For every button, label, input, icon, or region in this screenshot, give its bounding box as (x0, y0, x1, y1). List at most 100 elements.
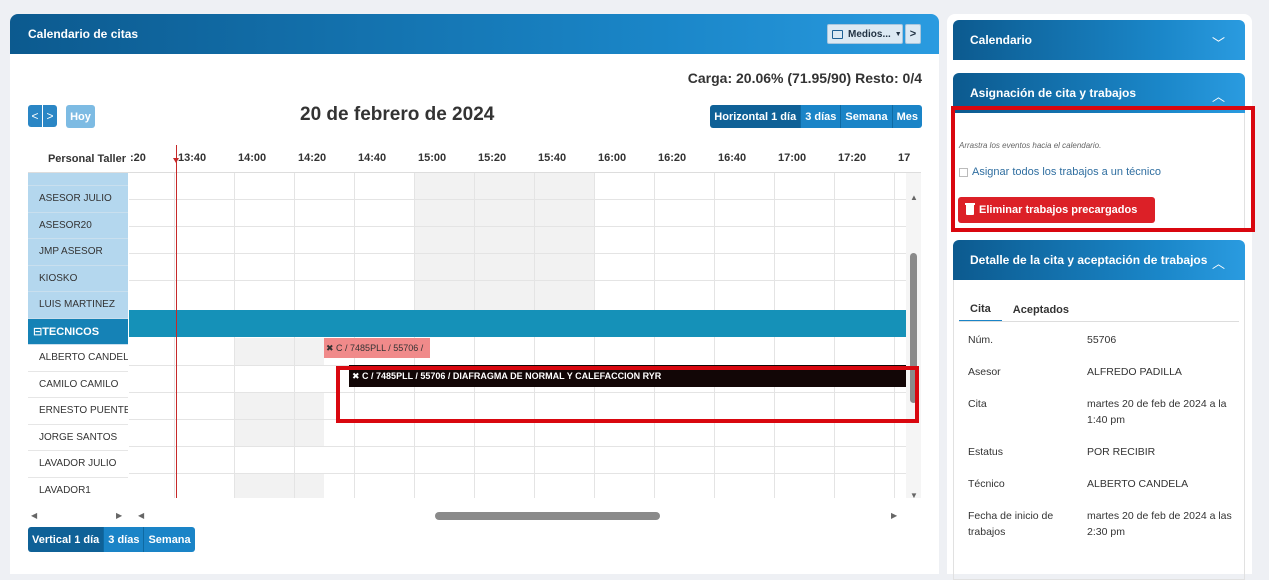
resource-row[interactable]: ERNESTO PUENTE (28, 398, 128, 425)
time-label: 14:40 (358, 152, 387, 164)
prev-date-button[interactable]: < (28, 105, 42, 127)
resource-row[interactable]: CAMILO CAMILO (28, 371, 128, 398)
row-line (129, 226, 906, 227)
resource-row[interactable]: KIOSKO (28, 265, 128, 292)
resource-row[interactable]: ALBERTO CANDELA (28, 345, 128, 372)
highlight-box-asignacion (951, 106, 1255, 232)
detalle-card-title: Detalle de la cita y aceptación de traba… (970, 253, 1208, 267)
tab-cita[interactable]: Cita (959, 298, 1002, 322)
view-horizontal-1-day[interactable]: Horizontal 1 día (710, 105, 802, 128)
view-month[interactable]: Mes (892, 105, 922, 128)
medios-label: Medios... (848, 28, 891, 40)
blocked-slot (234, 338, 324, 365)
side-panel: Calendario ﹀ Asignación de cita y trabaj… (947, 14, 1252, 580)
row-line (129, 280, 906, 281)
medios-dropdown[interactable]: Medios... ▼ (827, 24, 903, 44)
chevron-down-icon[interactable]: ﹀ (1212, 33, 1225, 52)
blocked-slot (414, 173, 594, 310)
chevron-left-icon: < (31, 109, 39, 123)
view-week-vertical[interactable]: Semana (144, 527, 195, 552)
caret-down-icon: ▼ (894, 30, 902, 38)
current-date-title: 20 de febrero de 2024 (300, 104, 495, 125)
resource-row[interactable]: JMP ASESOR (28, 239, 128, 266)
tab-aceptados[interactable]: Aceptados (1002, 298, 1080, 322)
time-label: 15:20 (478, 152, 507, 164)
chevron-up-icon[interactable]: ︿ (1212, 253, 1225, 272)
resource-list: ASESOR JULIO ASESOR20 JMP ASESOR KIOSKO … (28, 173, 128, 498)
row-line (129, 446, 906, 447)
header-next-button[interactable]: > (905, 24, 921, 44)
current-time-marker (173, 158, 179, 163)
view-switcher-top: Horizontal 1 día 3 días Semana Mes (710, 105, 922, 128)
carga-summary: Carga: 20.06% (71.95/90) Resto: 0/4 (687, 70, 922, 86)
detail-label: Estatus (968, 446, 1004, 458)
highlight-box-event (336, 366, 919, 423)
resource-row[interactable]: ASESOR20 (28, 212, 128, 239)
asignacion-card-title: Asignación de cita y trabajos (970, 86, 1137, 100)
today-button[interactable]: Hoy (66, 105, 95, 128)
time-label: 15:00 (418, 152, 447, 164)
scroll-left-icon[interactable]: ◀ (138, 511, 144, 520)
detail-label: Asesor (968, 366, 1001, 378)
timeline-grid[interactable]: ✖ C / 7485PLL / 55706 / ✖ C / 7485PLL / … (129, 173, 906, 498)
time-header: Personal Taller :20 13:40 14:00 14:20 14… (28, 145, 921, 173)
time-label: 13:40 (178, 152, 207, 164)
blocked-slot (234, 473, 324, 498)
time-label: :20 (130, 152, 146, 164)
resource-row[interactable]: LUIS MARTINEZ (28, 292, 128, 319)
current-time-line (176, 145, 177, 498)
time-label: 15:40 (538, 152, 567, 164)
scroll-down-icon[interactable]: ▼ (910, 491, 918, 500)
resource-horizontal-scrollbar[interactable]: ◀ ▶ (28, 508, 128, 524)
row-line (129, 253, 906, 254)
detail-value: ALFREDO PADILLA (1087, 366, 1182, 378)
vertical-scrollbar[interactable]: ▲ ▼ (906, 173, 921, 500)
horizontal-scrollbar-thumb[interactable] (435, 512, 660, 520)
resource-row[interactable]: LAVADOR JULIO (28, 451, 128, 478)
time-label: 17:20 (838, 152, 867, 164)
resource-row-partial (28, 173, 128, 186)
view-vertical-1-day[interactable]: Vertical 1 día (28, 527, 105, 552)
time-label: 17:00 (778, 152, 807, 164)
time-label: 17 (898, 152, 911, 164)
calendario-card-header[interactable]: Calendario ﹀ (953, 20, 1245, 60)
calendar-panel-header: Calendario de citas Medios... ▼ > (10, 14, 939, 54)
detail-value: 55706 (1087, 334, 1117, 346)
time-label: 14:00 (238, 152, 267, 164)
resource-row[interactable]: JORGE SANTOS (28, 424, 128, 451)
detail-value: POR RECIBIR (1087, 446, 1156, 458)
view-week[interactable]: Semana (841, 105, 893, 128)
resource-row[interactable]: ASESOR JULIO (28, 186, 128, 213)
detail-value: martes 20 de feb de 2024 a las 2:30 pm (1087, 510, 1232, 538)
scroll-left-icon[interactable]: ◀ (31, 511, 37, 520)
row-line (129, 199, 906, 200)
row-line (129, 473, 906, 474)
tecnicos-group-header[interactable]: ⊟TECNICOS (28, 318, 128, 345)
detalle-card-header[interactable]: Detalle de la cita y aceptación de traba… (953, 240, 1245, 280)
detail-label: Fecha de inicio de trabajos (968, 510, 1054, 538)
scroll-right-icon[interactable]: ▶ (116, 511, 122, 520)
view-switcher-bottom: Vertical 1 día 3 días Semana (28, 527, 195, 552)
scroll-up-icon[interactable]: ▲ (910, 193, 918, 202)
detail-value: martes 20 de feb de 2024 a la 1:40 pm (1087, 398, 1227, 426)
calendar-panel: Calendario de citas Medios... ▼ > Carga:… (10, 14, 939, 574)
tab-divider (959, 321, 1239, 322)
detail-value: ALBERTO CANDELA (1087, 478, 1189, 490)
event-preloaded[interactable]: ✖ C / 7485PLL / 55706 / (324, 338, 430, 358)
view-3-days-vertical[interactable]: 3 días (104, 527, 145, 552)
tecnicos-group-band (129, 310, 906, 337)
chevron-right-icon: > (46, 109, 54, 123)
next-date-button[interactable]: > (43, 105, 57, 127)
calendar-panel-title: Calendario de citas (28, 27, 139, 41)
resource-column-header: Personal Taller (47, 153, 126, 165)
timeline-horizontal-scrollbar[interactable]: ◀ ▶ (129, 508, 906, 524)
scroll-right-icon[interactable]: ▶ (891, 511, 897, 520)
media-icon (832, 29, 843, 39)
calendario-card-title: Calendario (970, 33, 1033, 47)
resource-row[interactable]: LAVADOR1 (28, 477, 128, 498)
time-label: 16:20 (658, 152, 687, 164)
time-label: 14:20 (298, 152, 327, 164)
detail-label: Técnico (968, 478, 1005, 490)
chevron-up-icon[interactable]: ︿ (1212, 86, 1225, 105)
view-3-days[interactable]: 3 días (801, 105, 842, 128)
